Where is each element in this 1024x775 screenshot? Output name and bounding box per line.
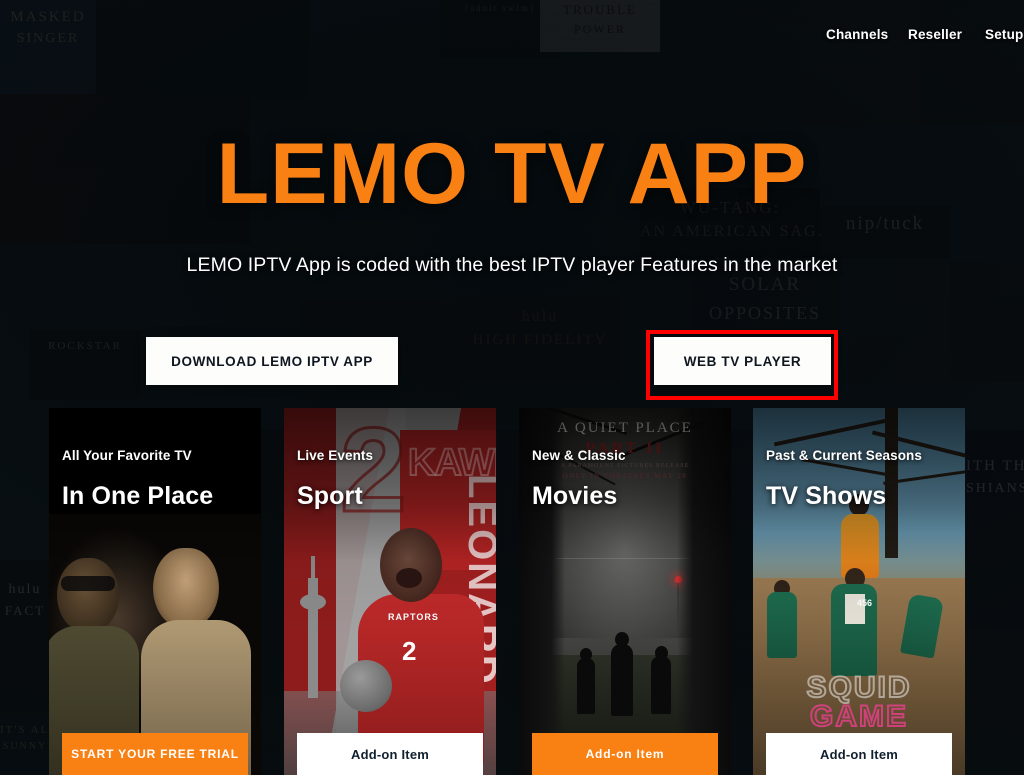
card-title: In One Place <box>62 482 214 510</box>
card-sport[interactable]: 2 KAWHI LEONARD RAPTORS 2 Live Events Sp… <box>284 408 496 775</box>
page-root: MASKEDSINGER[adult swim]TROUBLEPOWERWU-T… <box>0 0 1024 775</box>
card-kicker: Past & Current Seasons <box>766 448 922 463</box>
download-app-button[interactable]: DOWNLOAD LEMO IPTV APP <box>146 337 398 385</box>
nav-item-reseller[interactable]: Reseller <box>908 27 962 42</box>
card-title: Movies <box>532 482 618 510</box>
web-tv-player-button[interactable]: WEB TV PLAYER <box>654 337 831 385</box>
card-kicker: New & Classic <box>532 448 626 463</box>
addon-item-button-sport[interactable]: Add-on Item <box>297 733 483 775</box>
card-kicker: Live Events <box>297 448 374 463</box>
hero-subtitle: LEMO IPTV App is coded with the best IPT… <box>186 254 838 276</box>
nav-item-channels[interactable]: Channels <box>826 27 888 42</box>
addon-item-button-tv-shows[interactable]: Add-on Item <box>766 733 952 775</box>
card-scrim <box>519 408 731 775</box>
card-in-one-place[interactable]: All Your Favorite TV In One Place START … <box>49 408 261 775</box>
card-scrim <box>49 408 261 775</box>
nav-item-setup-guide[interactable]: Setup G <box>985 27 1024 42</box>
card-kicker: All Your Favorite TV <box>62 448 192 463</box>
page-title: LEMO TV APP <box>216 126 808 222</box>
start-free-trial-button[interactable]: START YOUR FREE TRIAL <box>62 733 248 775</box>
addon-item-button-movies[interactable]: Add-on Item <box>532 733 718 775</box>
card-tv-shows[interactable]: 456 SQUID GAME Past & Current Seasons TV… <box>753 408 965 775</box>
card-title: TV Shows <box>766 482 887 510</box>
card-movies[interactable]: A QUIET PLACE PART II A PARAMOUNT PICTUR… <box>519 408 731 775</box>
top-navigation: Channels Reseller Setup G <box>0 0 1024 70</box>
feature-cards: All Your Favorite TV In One Place START … <box>0 408 1024 775</box>
card-scrim <box>753 408 965 775</box>
card-title: Sport <box>297 482 363 510</box>
card-scrim <box>284 408 496 775</box>
